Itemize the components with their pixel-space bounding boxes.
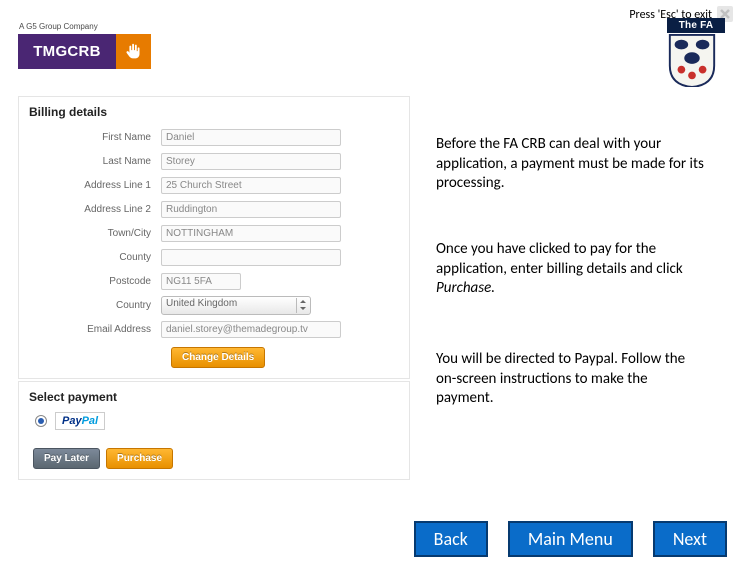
payment-title: Select payment — [29, 390, 397, 404]
change-details-button[interactable]: Change Details — [171, 347, 265, 368]
postcode-field[interactable] — [161, 273, 241, 290]
postcode-label: Postcode — [31, 276, 161, 287]
address2-label: Address Line 2 — [31, 204, 161, 215]
brand-text: TMGCRB — [18, 34, 116, 69]
fa-text: The FA — [667, 18, 725, 33]
email-label: Email Address — [31, 324, 161, 335]
spinner-icon — [296, 298, 308, 313]
fa-logo: The FA — [667, 18, 725, 90]
paypal-text-b: Pal — [82, 415, 99, 427]
email-field[interactable] — [161, 321, 341, 338]
town-field[interactable] — [161, 225, 341, 242]
hand-icon — [116, 34, 151, 69]
address2-field[interactable] — [161, 201, 341, 218]
last-name-field[interactable] — [161, 153, 341, 170]
main-menu-button[interactable]: Main Menu — [508, 521, 633, 557]
county-field[interactable] — [161, 249, 341, 266]
fa-crest-icon — [667, 33, 717, 87]
address1-field[interactable] — [161, 177, 341, 194]
info-text-2b: Purchase. — [436, 279, 495, 297]
first-name-label: First Name — [31, 132, 161, 143]
paypal-logo: PayPal — [55, 412, 105, 430]
pay-later-button[interactable]: Pay Later — [33, 448, 100, 469]
brand-logo: A G5 Group Company TMGCRB — [18, 22, 158, 68]
country-label: Country — [31, 300, 161, 311]
info-text-1: Before the FA CRB can deal with your app… — [436, 135, 706, 194]
address1-label: Address Line 1 — [31, 180, 161, 191]
country-select[interactable]: United Kingdom — [161, 296, 311, 315]
back-button[interactable]: Back — [414, 521, 488, 557]
payment-panel: Select payment PayPal Pay Later Purchase — [18, 381, 410, 480]
info-text-2a: Once you have clicked to pay for the app… — [436, 240, 683, 278]
county-label: County — [31, 252, 161, 263]
first-name-field[interactable] — [161, 129, 341, 146]
brand-tagline: A G5 Group Company — [19, 22, 158, 31]
info-text-2: Once you have clicked to pay for the app… — [436, 240, 706, 299]
town-label: Town/City — [31, 228, 161, 239]
billing-panel: Billing details First Name Last Name Add… — [18, 96, 410, 379]
last-name-label: Last Name — [31, 156, 161, 167]
next-button[interactable]: Next — [653, 521, 727, 557]
info-text-3: You will be directed to Paypal. Follow t… — [436, 350, 706, 409]
purchase-button[interactable]: Purchase — [106, 448, 173, 469]
country-value: United Kingdom — [166, 298, 237, 309]
paypal-radio[interactable] — [35, 415, 47, 427]
paypal-text-a: Pay — [62, 415, 82, 427]
billing-title: Billing details — [29, 105, 397, 119]
